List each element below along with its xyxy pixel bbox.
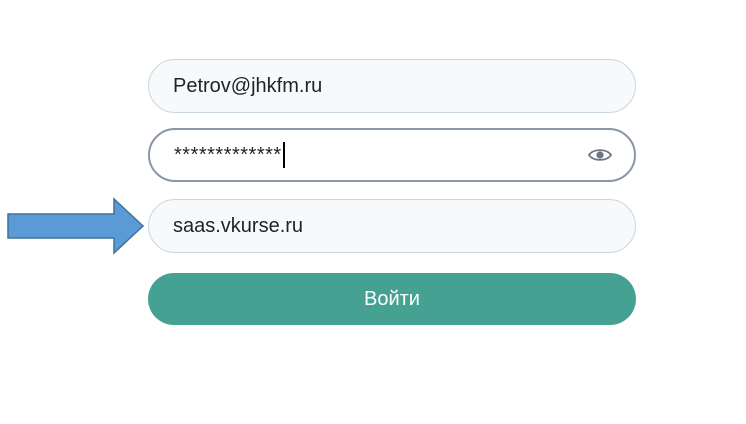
password-value-wrap: ************* [174,142,586,168]
eye-icon[interactable] [586,141,614,169]
login-button[interactable]: Войти [148,273,636,325]
email-value: Petrov@jhkfm.ru [173,74,323,97]
password-value: ************* [174,143,282,166]
arrow-right-icon [7,197,145,255]
server-value: saas.vkurse.ru [173,214,304,237]
password-field[interactable]: ************* [148,128,636,182]
email-field[interactable]: Petrov@jhkfm.ru [148,59,636,113]
text-caret [282,142,285,168]
login-button-label: Войти [364,287,420,310]
server-field[interactable]: saas.vkurse.ru [148,199,636,253]
